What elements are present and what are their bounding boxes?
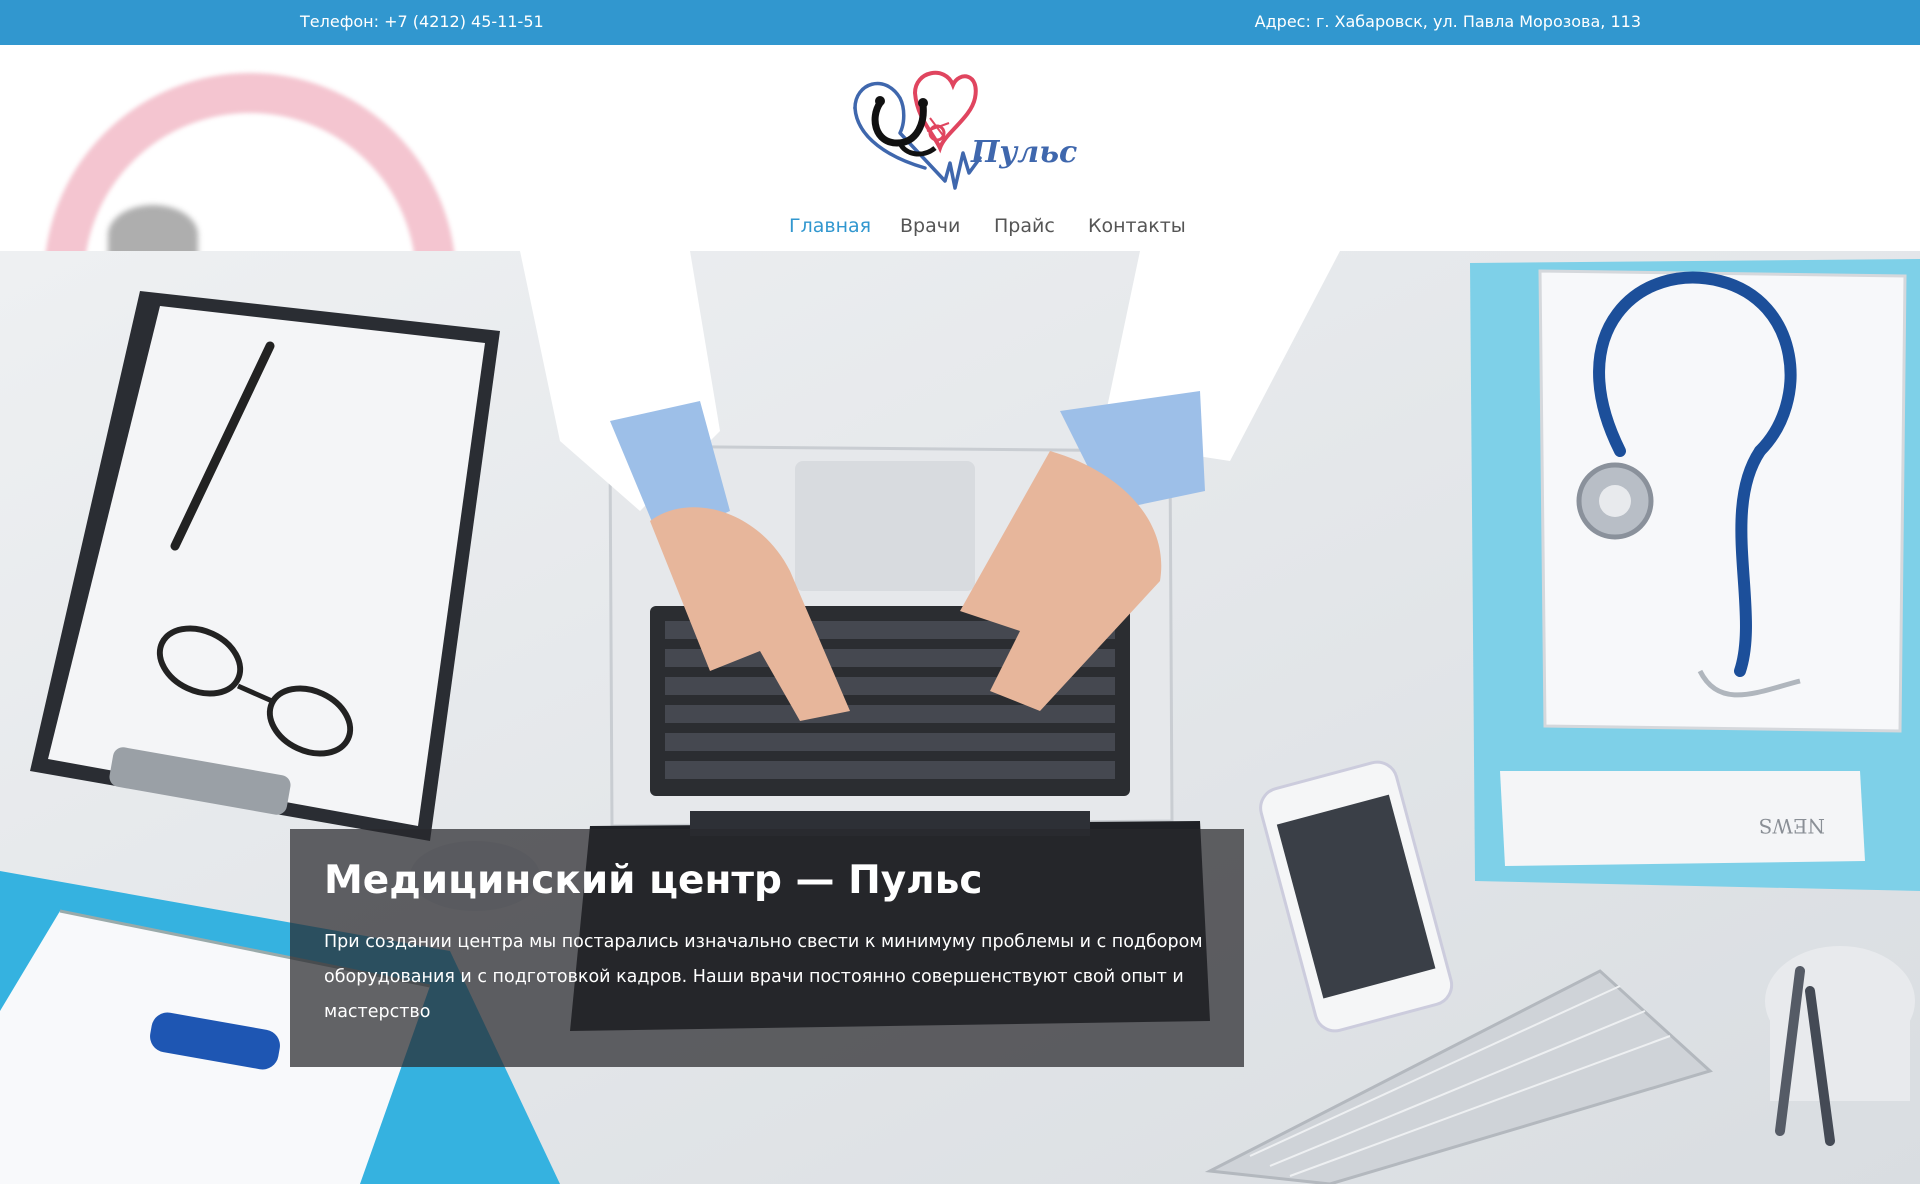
phone-text: Телефон: +7 (4212) 45-11-51 [300,12,544,31]
site-logo[interactable]: Пульс [845,63,1080,195]
nav-item-doctors[interactable]: Врачи [900,215,960,237]
site-header: Пульс Главная Врачи Прайс Контакты [0,45,1920,251]
desk-note-text: NEWS [1759,814,1825,838]
nav-item-home[interactable]: Главная [789,215,871,237]
logo-text: Пульс [971,135,1078,170]
nav-item-price[interactable]: Прайс [994,215,1055,237]
hero-banner: NEWS Медицинский центр — Пульс При созда… [0,251,1920,1184]
address-text: Адрес: г. Хабаровск, ул. Павла Морозова,… [1254,12,1641,31]
nav-item-contacts[interactable]: Контакты [1088,215,1186,237]
hero-caption: Медицинский центр — Пульс При создании ц… [290,829,1244,1067]
hero-title: Медицинский центр — Пульс [324,858,983,903]
hero-description: При создании центра мы постарались изнач… [324,932,1203,1022]
heart-stethoscope-logo-icon [853,70,982,190]
main-navigation: Главная Врачи Прайс Контакты [0,215,1920,245]
top-info-bar: Телефон: +7 (4212) 45-11-51 Адрес: г. Ха… [0,0,1920,45]
bottom-strip [0,1184,1920,1200]
